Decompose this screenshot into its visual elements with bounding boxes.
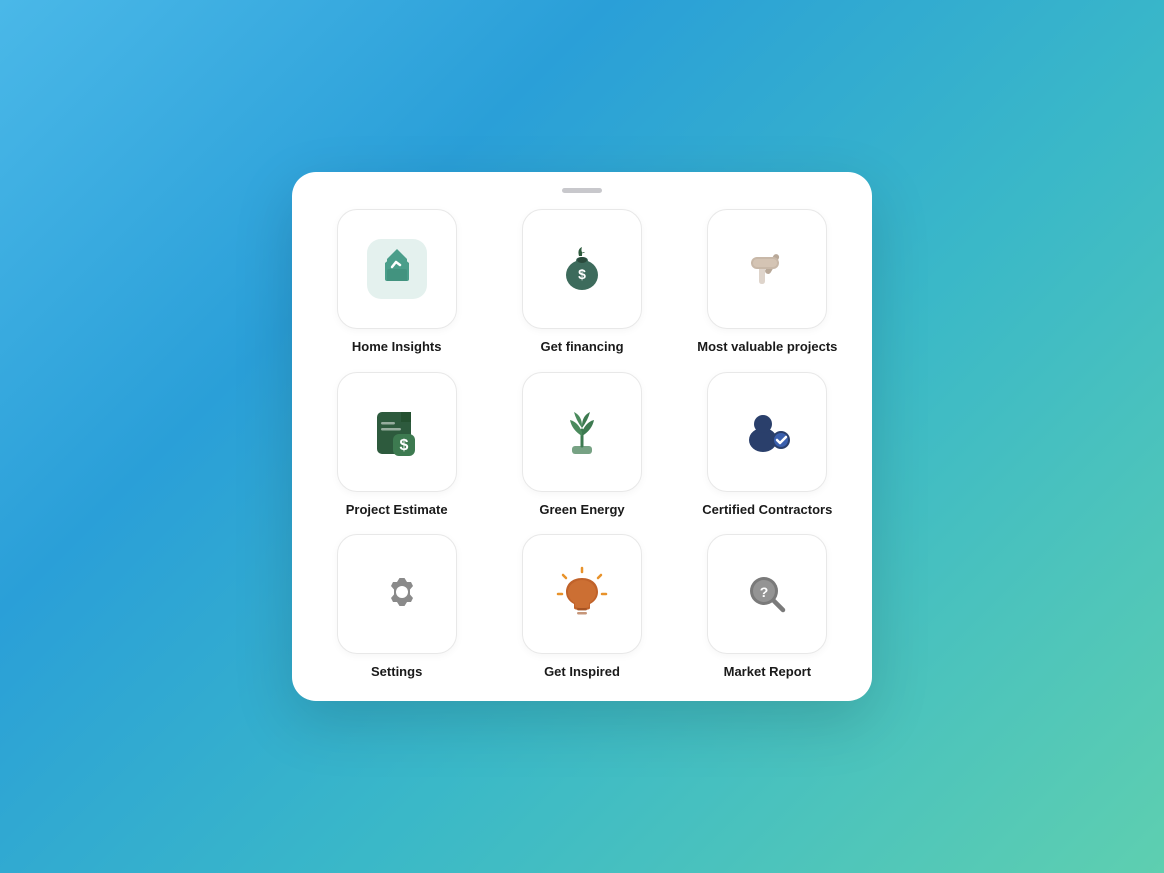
market-icon: ? bbox=[737, 564, 797, 624]
svg-text:$: $ bbox=[399, 437, 408, 454]
menu-item-get-financing[interactable]: $ Get financing bbox=[497, 209, 666, 356]
menu-grid: Home Insights $ Get financing bbox=[312, 209, 852, 682]
label-get-financing: Get financing bbox=[540, 339, 623, 356]
estimate-icon: $ bbox=[367, 402, 427, 462]
svg-text:?: ? bbox=[760, 584, 769, 600]
label-settings: Settings bbox=[371, 664, 422, 681]
icon-box-get-financing: $ bbox=[522, 209, 642, 329]
label-project-estimate: Project Estimate bbox=[346, 502, 448, 519]
icon-box-most-valuable-projects bbox=[707, 209, 827, 329]
menu-item-get-inspired[interactable]: Get Inspired bbox=[497, 534, 666, 681]
icon-box-project-estimate: $ bbox=[337, 372, 457, 492]
drag-handle[interactable] bbox=[562, 188, 602, 193]
label-get-inspired: Get Inspired bbox=[544, 664, 620, 681]
settings-icon bbox=[367, 564, 427, 624]
icon-box-settings bbox=[337, 534, 457, 654]
menu-item-certified-contractors[interactable]: Certified Contractors bbox=[683, 372, 852, 519]
menu-item-settings[interactable]: Settings bbox=[312, 534, 481, 681]
contractors-icon bbox=[737, 402, 797, 462]
label-home-insights: Home Insights bbox=[352, 339, 442, 356]
icon-box-get-inspired bbox=[522, 534, 642, 654]
label-green-energy: Green Energy bbox=[539, 502, 624, 519]
menu-item-project-estimate[interactable]: $ Project Estimate bbox=[312, 372, 481, 519]
svg-text:$: $ bbox=[578, 266, 586, 282]
home-insights-icon bbox=[367, 239, 427, 299]
menu-item-home-insights[interactable]: Home Insights bbox=[312, 209, 481, 356]
menu-item-market-report[interactable]: ? Market Report bbox=[683, 534, 852, 681]
label-most-valuable-projects: Most valuable projects bbox=[697, 339, 837, 356]
label-market-report: Market Report bbox=[724, 664, 811, 681]
main-panel: Home Insights $ Get financing bbox=[292, 172, 872, 702]
icon-box-certified-contractors bbox=[707, 372, 827, 492]
projects-icon bbox=[737, 239, 797, 299]
icon-box-market-report: ? bbox=[707, 534, 827, 654]
label-certified-contractors: Certified Contractors bbox=[702, 502, 832, 519]
icon-box-home-insights bbox=[337, 209, 457, 329]
financing-icon: $ bbox=[552, 239, 612, 299]
icon-box-green-energy bbox=[522, 372, 642, 492]
menu-item-green-energy[interactable]: Green Energy bbox=[497, 372, 666, 519]
menu-item-most-valuable-projects[interactable]: Most valuable projects bbox=[683, 209, 852, 356]
green-energy-icon bbox=[552, 402, 612, 462]
bulb-icon bbox=[552, 564, 612, 624]
